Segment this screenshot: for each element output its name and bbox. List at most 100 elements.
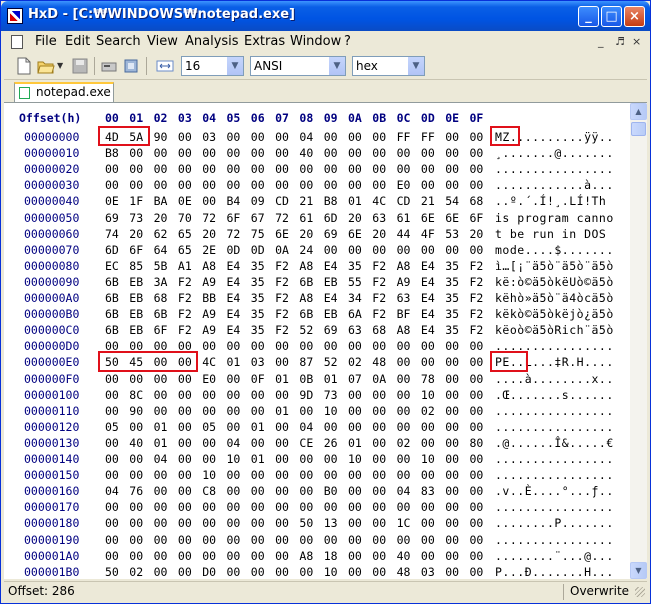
hex-byte[interactable]: E4 <box>421 307 435 321</box>
hex-byte[interactable]: 00 <box>154 162 168 176</box>
hex-byte[interactable]: 00 <box>372 420 386 434</box>
text-row[interactable]: ................ <box>495 468 614 482</box>
hex-byte[interactable]: 00 <box>178 404 192 418</box>
open-ram-icon[interactable] <box>122 57 140 75</box>
text-row[interactable]: ................ <box>495 162 614 176</box>
hex-byte[interactable]: 00 <box>372 130 386 144</box>
hex-byte[interactable]: 00 <box>129 549 143 563</box>
hex-byte[interactable]: 00 <box>299 339 313 353</box>
hex-byte[interactable]: 00 <box>421 533 435 547</box>
hex-byte[interactable]: 00 <box>227 420 241 434</box>
menu-window[interactable]: Window <box>290 34 341 49</box>
hex-byte[interactable]: 00 <box>348 388 362 402</box>
hex-byte[interactable]: F2 <box>275 259 289 273</box>
text-row[interactable]: .v..È....°...ƒ.. <box>495 484 614 498</box>
hex-byte[interactable]: 63 <box>348 323 362 337</box>
status-mode[interactable]: Overwrite <box>570 584 629 598</box>
hex-byte[interactable]: 00 <box>324 533 338 547</box>
mdi-close-button[interactable]: × <box>632 35 641 48</box>
maximize-button[interactable]: □ <box>601 6 622 27</box>
hex-byte[interactable]: 00 <box>470 355 484 369</box>
hex-byte[interactable]: 00 <box>202 162 216 176</box>
hex-byte[interactable]: 00 <box>372 404 386 418</box>
hex-byte[interactable]: 00 <box>421 178 435 192</box>
text-row[interactable]: .@......Î&.....€ <box>495 436 614 450</box>
hex-byte[interactable]: 00 <box>470 243 484 257</box>
hex-byte[interactable]: 00 <box>470 372 484 386</box>
hex-byte[interactable]: 04 <box>227 436 241 450</box>
text-row[interactable]: ................ <box>495 500 614 514</box>
hex-byte[interactable]: 0E <box>105 194 119 208</box>
hex-byte[interactable]: E0 <box>397 178 411 192</box>
menu-analysis[interactable]: Analysis <box>185 34 239 49</box>
hex-byte[interactable]: 00 <box>178 420 192 434</box>
hex-byte[interactable]: 00 <box>105 436 119 450</box>
hex-byte[interactable]: 00 <box>299 178 313 192</box>
hex-byte[interactable]: 35 <box>251 323 265 337</box>
hex-byte[interactable]: F2 <box>275 323 289 337</box>
hex-byte[interactable]: 00 <box>275 484 289 498</box>
hex-byte[interactable]: 00 <box>154 146 168 160</box>
hex-byte[interactable]: 00 <box>324 420 338 434</box>
hex-byte[interactable]: EB <box>129 291 143 305</box>
hex-byte[interactable]: 24 <box>299 243 313 257</box>
hex-byte[interactable]: 04 <box>299 130 313 144</box>
hex-byte[interactable]: 00 <box>348 404 362 418</box>
hex-byte[interactable]: F2 <box>372 275 386 289</box>
hex-byte[interactable]: F2 <box>470 259 484 273</box>
hex-byte[interactable]: B4 <box>227 194 241 208</box>
hex-byte[interactable]: 00 <box>129 420 143 434</box>
hex-byte[interactable]: 6B <box>105 291 119 305</box>
hex-byte[interactable]: 00 <box>397 146 411 160</box>
hex-byte[interactable]: 00 <box>178 130 192 144</box>
hex-byte[interactable]: 90 <box>154 130 168 144</box>
hex-byte[interactable]: 0F <box>251 372 265 386</box>
hex-byte[interactable]: 00 <box>275 339 289 353</box>
hex-byte[interactable]: 35 <box>445 275 459 289</box>
hex-byte[interactable]: 05 <box>202 420 216 434</box>
hex-byte[interactable]: B8 <box>324 194 338 208</box>
hex-byte[interactable]: 35 <box>445 259 459 273</box>
tab-notepad-exe[interactable]: notepad.exe <box>14 82 114 102</box>
hex-byte[interactable]: EB <box>129 275 143 289</box>
hex-byte[interactable]: 00 <box>470 130 484 144</box>
hex-byte[interactable]: 6B <box>299 307 313 321</box>
hex-byte[interactable]: FF <box>421 130 435 144</box>
hex-byte[interactable]: 00 <box>251 339 265 353</box>
hex-byte[interactable]: 00 <box>470 178 484 192</box>
hex-byte[interactable]: 00 <box>397 500 411 514</box>
hex-byte[interactable]: 00 <box>154 388 168 402</box>
hex-byte[interactable]: 6E <box>445 211 459 225</box>
scroll-down-icon[interactable]: ▼ <box>630 562 647 579</box>
new-file-icon[interactable] <box>15 57 33 75</box>
hex-byte[interactable]: 00 <box>470 516 484 530</box>
hex-byte[interactable]: 00 <box>372 162 386 176</box>
hex-byte[interactable]: 40 <box>299 146 313 160</box>
save-disk-icon[interactable] <box>71 57 89 75</box>
hex-byte[interactable]: 00 <box>275 388 289 402</box>
hex-byte[interactable]: 00 <box>178 178 192 192</box>
hex-byte[interactable]: 1C <box>397 516 411 530</box>
hex-byte[interactable]: 20 <box>348 211 362 225</box>
hex-byte[interactable]: 00 <box>154 500 168 514</box>
document-icon[interactable] <box>11 35 23 49</box>
hex-byte[interactable]: 04 <box>299 420 313 434</box>
hex-byte[interactable]: 85 <box>129 259 143 273</box>
hex-byte[interactable]: 64 <box>154 243 168 257</box>
hex-byte[interactable]: 00 <box>227 500 241 514</box>
hex-byte[interactable]: 00 <box>445 146 459 160</box>
hex-byte[interactable]: EB <box>129 323 143 337</box>
hex-byte[interactable]: F2 <box>470 291 484 305</box>
hex-byte[interactable]: 00 <box>372 549 386 563</box>
hex-byte[interactable]: 00 <box>105 178 119 192</box>
scroll-up-icon[interactable]: ▲ <box>630 103 647 120</box>
hex-byte[interactable]: 00 <box>178 162 192 176</box>
hex-byte[interactable]: 00 <box>397 243 411 257</box>
hex-byte[interactable]: 00 <box>372 468 386 482</box>
hex-byte[interactable]: 6E <box>348 227 362 241</box>
hex-byte[interactable]: 2E <box>202 243 216 257</box>
hex-byte[interactable]: 00 <box>348 484 362 498</box>
hex-byte[interactable]: E4 <box>227 307 241 321</box>
close-button[interactable]: × <box>624 6 645 27</box>
hex-byte[interactable]: 20 <box>470 227 484 241</box>
